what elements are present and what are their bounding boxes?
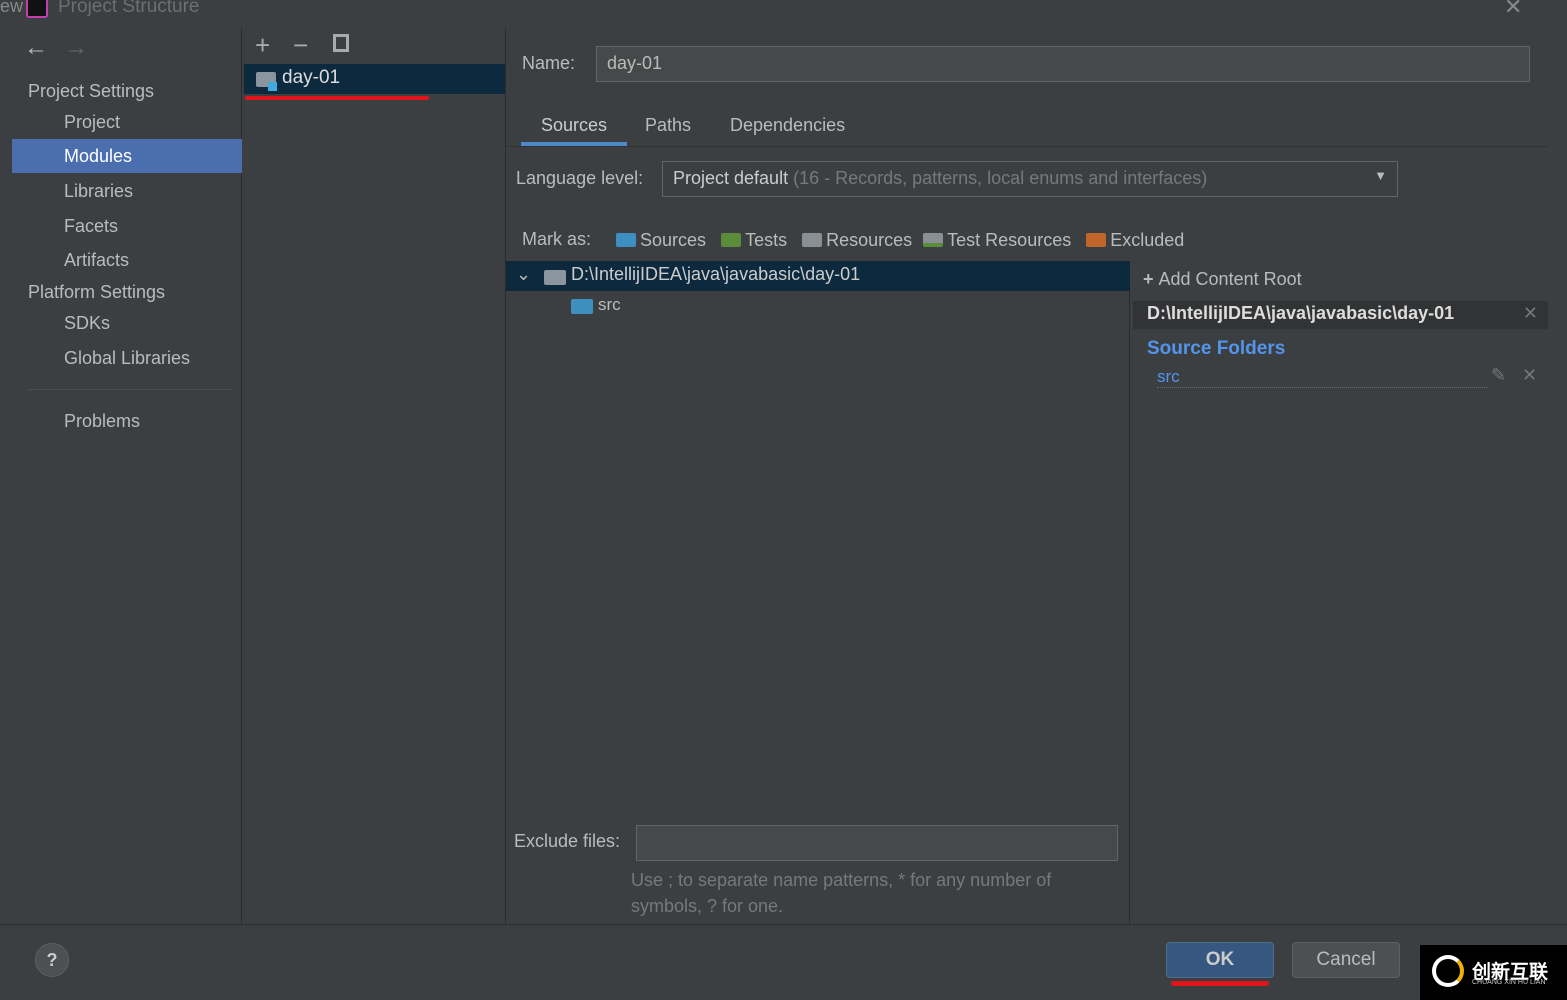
red-underline-annotation — [245, 96, 429, 100]
red-underline-annotation — [1171, 981, 1269, 986]
sidebar: ← → Project Settings Project Modules Lib… — [12, 28, 242, 924]
chevron-down-icon[interactable]: ⌄ — [516, 264, 531, 285]
ok-button[interactable]: OK — [1166, 942, 1274, 978]
tab-sources[interactable]: Sources — [521, 106, 627, 146]
cancel-button[interactable]: Cancel — [1292, 942, 1400, 978]
background-text: ew — [0, 0, 24, 16]
sidebar-item-libraries[interactable]: Libraries — [12, 174, 242, 208]
sidebar-item-facets[interactable]: Facets — [12, 209, 242, 243]
mark-sources-button[interactable]: Sources — [616, 230, 706, 250]
folder-icon — [544, 270, 566, 285]
section-platform-settings: Platform Settings — [28, 282, 166, 302]
source-folders-heading: Source Folders — [1147, 338, 1286, 359]
module-badge-icon — [268, 82, 277, 91]
add-icon[interactable]: + — [255, 30, 270, 61]
mark-as-label: Mark as: — [522, 229, 592, 249]
language-level-dropdown[interactable]: Project default (16 - Records, patterns,… — [662, 161, 1398, 197]
sidebar-item-sdks[interactable]: SDKs — [12, 306, 242, 340]
sidebar-item-project[interactable]: Project — [12, 105, 242, 139]
resources-folder-icon — [802, 233, 823, 247]
tree-root-label: D:\IntellijIDEA\java\javabasic\day-01 — [571, 264, 861, 284]
sidebar-item-artifacts[interactable]: Artifacts — [12, 243, 242, 277]
forward-arrow-icon[interactable]: → — [64, 34, 88, 62]
mark-test-resources-button[interactable]: Test Resources — [923, 230, 1071, 250]
remove-icon[interactable]: − — [293, 30, 308, 61]
mark-tests-button[interactable]: Tests — [721, 230, 787, 250]
chevron-down-icon: ▼ — [1374, 168, 1387, 183]
module-list-panel: + − day-01 — [243, 28, 506, 924]
source-folder-item[interactable]: src — [1157, 367, 1487, 388]
tab-paths[interactable]: Paths — [645, 106, 691, 146]
mark-label: Sources — [640, 230, 707, 250]
test-resources-folder-icon — [923, 233, 944, 247]
copy-icon[interactable] — [333, 34, 349, 52]
divider — [506, 146, 1548, 147]
sidebar-item-modules[interactable]: Modules — [12, 139, 242, 173]
plus-icon: + — [1143, 269, 1159, 289]
excluded-folder-icon — [1086, 233, 1107, 247]
back-arrow-icon[interactable]: ← — [24, 34, 48, 62]
edit-pencil-icon[interactable]: ✎ — [1491, 365, 1506, 386]
intellij-logo-icon — [26, 0, 48, 18]
module-item[interactable]: day-01 — [244, 64, 505, 94]
add-content-root-label: Add Content Root — [1158, 269, 1302, 289]
language-level-label: Language level: — [516, 168, 644, 188]
tree-node-label: src — [598, 295, 621, 314]
content-root-header: D:\IntellijIDEA\java\javabasic\day-01 ✕ — [1133, 301, 1548, 329]
mark-excluded-button[interactable]: Excluded — [1086, 230, 1184, 250]
remove-folder-icon[interactable]: ✕ — [1522, 365, 1537, 386]
mark-label: Test Resources — [947, 230, 1072, 250]
sidebar-item-global-libraries[interactable]: Global Libraries — [12, 341, 242, 375]
name-input[interactable]: day-01 — [596, 46, 1530, 82]
mark-label: Resources — [826, 230, 913, 250]
content-tree: ⌄ D:\IntellijIDEA\java\javabasic\day-01 … — [506, 261, 1130, 924]
watermark-logo-icon — [1432, 955, 1464, 987]
language-level-hint: (16 - Records, patterns, local enums and… — [793, 168, 1208, 188]
exclude-files-input[interactable] — [636, 825, 1118, 861]
exclude-files-label: Exclude files: — [514, 831, 621, 851]
exclude-hint: Use ; to separate name patterns, * for a… — [631, 870, 1052, 916]
tree-root-row[interactable]: ⌄ D:\IntellijIDEA\java\javabasic\day-01 — [506, 261, 1130, 291]
tab-dependencies[interactable]: Dependencies — [730, 106, 845, 146]
window-title: Project Structure — [58, 0, 200, 17]
close-icon[interactable]: ✕ — [1504, 0, 1522, 20]
content-root-panel: + Add Content Root D:\IntellijIDEA\java\… — [1131, 261, 1548, 924]
language-level-value: Project default — [673, 168, 789, 188]
mark-label: Tests — [745, 230, 788, 250]
add-content-root-button[interactable]: + Add Content Root — [1143, 269, 1302, 290]
title-bar: ew Project Structure ✕ — [0, 0, 1567, 28]
divider — [28, 389, 232, 390]
sidebar-item-problems[interactable]: Problems — [12, 404, 242, 438]
help-button[interactable]: ? — [35, 943, 69, 977]
mark-label: Excluded — [1110, 230, 1185, 250]
content-root-path: D:\IntellijIDEA\java\javabasic\day-01 — [1147, 303, 1455, 323]
tests-folder-icon — [721, 233, 742, 247]
watermark-subtext: CHUANG XIN HU LIAN — [1472, 979, 1546, 986]
footer-divider — [0, 924, 1567, 925]
remove-root-icon[interactable]: ✕ — [1523, 303, 1538, 324]
section-project-settings: Project Settings — [28, 81, 155, 101]
mark-resources-button[interactable]: Resources — [802, 230, 912, 250]
watermark-logo: 创新互联 CHUANG XIN HU LIAN — [1420, 945, 1567, 1000]
module-name: day-01 — [282, 67, 341, 88]
source-folder-icon — [571, 299, 593, 314]
sources-folder-icon — [616, 233, 636, 247]
mark-as-bar: Sources Tests Resources Test Resources E… — [616, 230, 1184, 251]
name-label: Name: — [522, 53, 576, 73]
